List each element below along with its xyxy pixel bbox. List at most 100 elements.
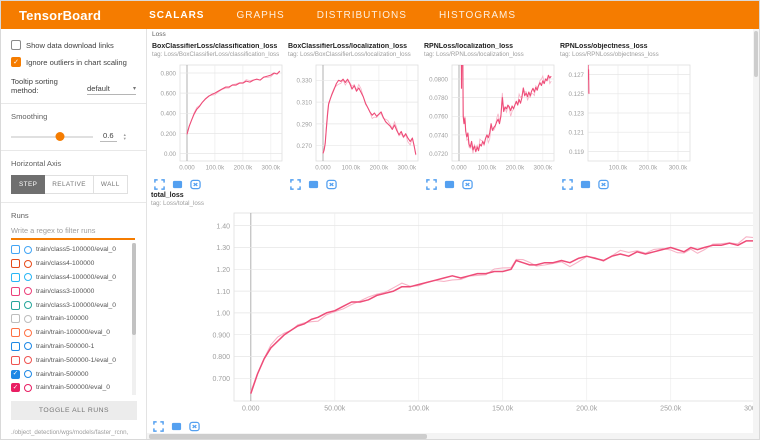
svg-text:0.00: 0.00 xyxy=(164,151,177,158)
run-row[interactable]: train/class4-100000 xyxy=(11,257,136,271)
toggle-all-runs-button[interactable]: TOGGLE ALL RUNS xyxy=(11,401,137,420)
run-row[interactable]: train/train-500000-1 xyxy=(11,340,136,354)
svg-text:0.125: 0.125 xyxy=(569,91,585,98)
axis-relative-button[interactable]: RELATIVE xyxy=(45,175,94,194)
expand-icon[interactable] xyxy=(426,179,437,190)
expand-icon[interactable] xyxy=(562,179,573,190)
main-horizontal-scrollbar-thumb[interactable] xyxy=(149,434,427,439)
runs-list[interactable]: train/class5-100000/eval_0train/class4-1… xyxy=(11,243,136,395)
chart-plot[interactable]: 100.0k200.0k300.0k0.1190.1210.1230.1250.… xyxy=(558,59,694,176)
run-row[interactable]: ✓train/train-500000/eval_0 xyxy=(11,381,136,395)
axis-step-button[interactable]: STEP xyxy=(11,175,45,194)
fit-domain-icon[interactable] xyxy=(190,179,201,190)
run-color-circle[interactable] xyxy=(24,329,32,337)
run-color-circle[interactable] xyxy=(24,273,32,281)
svg-text:100.0k: 100.0k xyxy=(342,165,361,171)
fit-domain-icon[interactable] xyxy=(462,179,473,190)
svg-text:0.800: 0.800 xyxy=(212,354,230,361)
log-scale-icon[interactable] xyxy=(172,179,183,190)
svg-text:0.000: 0.000 xyxy=(242,406,260,413)
chart-plot[interactable]: 0.000100.0k200.0k300.0k0.07200.07400.076… xyxy=(422,59,558,176)
main-vertical-scrollbar-thumb[interactable] xyxy=(754,31,758,77)
run-row[interactable]: train/train-100000/eval_0 xyxy=(11,326,136,340)
log-scale-icon[interactable] xyxy=(444,179,455,190)
fit-domain-icon[interactable] xyxy=(326,179,337,190)
run-color-circle[interactable] xyxy=(24,356,32,364)
svg-text:200.0k: 200.0k xyxy=(506,165,525,171)
log-scale-icon[interactable] xyxy=(171,421,182,432)
svg-text:0.121: 0.121 xyxy=(569,130,585,137)
chart-plot[interactable]: 0.000100.0k200.0k300.0k0.2700.2900.3100.… xyxy=(286,59,422,176)
tooltip-sorting-value: default xyxy=(87,84,110,93)
expand-icon[interactable] xyxy=(290,179,301,190)
svg-text:1.40: 1.40 xyxy=(216,223,230,230)
run-color-circle[interactable] xyxy=(24,370,32,378)
runs-filter-input[interactable] xyxy=(11,222,135,240)
svg-text:100.0k: 100.0k xyxy=(609,165,628,171)
run-color-circle[interactable] xyxy=(24,260,32,268)
run-color-circle[interactable] xyxy=(24,315,32,323)
run-checkbox[interactable] xyxy=(11,314,20,323)
fit-domain-icon[interactable] xyxy=(598,179,609,190)
svg-text:0.400: 0.400 xyxy=(161,111,177,118)
svg-text:300.0k: 300.0k xyxy=(669,165,688,171)
chart-plot[interactable]: 0.000100.0k200.0k300.0k0.000.2000.4000.6… xyxy=(150,59,286,176)
ignore-outliers-row[interactable]: ✓ Ignore outliers in chart scaling xyxy=(11,57,136,67)
run-checkbox[interactable]: ✓ xyxy=(11,383,20,392)
slider-thumb[interactable] xyxy=(56,132,65,141)
app-logo: TensorBoard xyxy=(19,8,101,23)
run-label: train/train-500000-1 xyxy=(36,343,94,350)
show-download-links-row[interactable]: Show data download links xyxy=(11,40,136,50)
runs-scrollbar[interactable] xyxy=(132,243,136,395)
run-checkbox[interactable] xyxy=(11,301,20,310)
tab-histograms[interactable]: HISTOGRAMS xyxy=(439,10,516,21)
svg-text:0.123: 0.123 xyxy=(569,110,585,117)
run-row[interactable]: train/class4-100000/eval_0 xyxy=(11,271,136,285)
axis-wall-button[interactable]: WALL xyxy=(94,175,128,194)
run-color-circle[interactable] xyxy=(24,287,32,295)
expand-icon[interactable] xyxy=(154,179,165,190)
run-row[interactable]: train/class3-100000/eval_0 xyxy=(11,298,136,312)
tab-scalars[interactable]: SCALARS xyxy=(149,10,204,21)
run-row[interactable]: ✓train/train-500000 xyxy=(11,367,136,381)
main-vertical-scrollbar[interactable] xyxy=(753,29,759,440)
chart-card-total-loss: total_loss tag: Loss/total_loss 0.00050.… xyxy=(149,192,759,432)
run-color-circle[interactable] xyxy=(24,384,32,392)
tab-graphs[interactable]: GRAPHS xyxy=(236,10,284,21)
run-checkbox[interactable] xyxy=(11,273,20,282)
fit-domain-icon[interactable] xyxy=(189,421,200,432)
log-scale-icon[interactable] xyxy=(580,179,591,190)
run-checkbox[interactable] xyxy=(11,342,20,351)
tab-distributions[interactable]: DISTRIBUTIONS xyxy=(317,10,407,21)
loss-group-label[interactable]: Loss xyxy=(152,31,166,38)
log-scale-icon[interactable] xyxy=(308,179,319,190)
svg-text:0.000: 0.000 xyxy=(315,165,331,171)
ignore-outliers-checkbox[interactable]: ✓ xyxy=(11,57,21,67)
run-checkbox[interactable] xyxy=(11,245,20,254)
chart-tag: tag: Loss/RPNLoss/localization_loss xyxy=(422,51,558,59)
svg-text:0.330: 0.330 xyxy=(297,78,313,85)
svg-text:50.00k: 50.00k xyxy=(324,406,346,413)
stepper-arrows-icon[interactable]: ▴▾ xyxy=(124,133,126,141)
run-row[interactable]: train/class3-100000 xyxy=(11,284,136,298)
tooltip-sorting-dropdown[interactable]: default ▾ xyxy=(87,84,136,95)
run-checkbox[interactable] xyxy=(11,356,20,365)
chart-plot[interactable]: 0.00050.00k100.0k150.0k200.0k250.0k300.0… xyxy=(149,208,759,418)
run-row[interactable]: train/train-500000-1/eval_0 xyxy=(11,353,136,367)
run-checkbox[interactable] xyxy=(11,259,20,268)
runs-scrollbar-thumb[interactable] xyxy=(132,243,136,335)
main-horizontal-scrollbar[interactable] xyxy=(147,433,759,440)
run-color-circle[interactable] xyxy=(24,342,32,350)
run-color-circle[interactable] xyxy=(24,301,32,309)
run-checkbox[interactable] xyxy=(11,328,20,337)
run-checkbox[interactable]: ✓ xyxy=(11,370,20,379)
chart-title: RPNLoss/localization_loss xyxy=(422,43,558,51)
smoothing-value-input[interactable]: 0.6 xyxy=(100,131,117,142)
show-download-links-checkbox[interactable] xyxy=(11,40,21,50)
run-row[interactable]: train/class5-100000/eval_0 xyxy=(11,243,136,257)
run-color-circle[interactable] xyxy=(24,246,32,254)
expand-icon[interactable] xyxy=(153,421,164,432)
smoothing-slider[interactable] xyxy=(11,136,93,138)
run-checkbox[interactable] xyxy=(11,287,20,296)
run-row[interactable]: train/train-100000 xyxy=(11,312,136,326)
